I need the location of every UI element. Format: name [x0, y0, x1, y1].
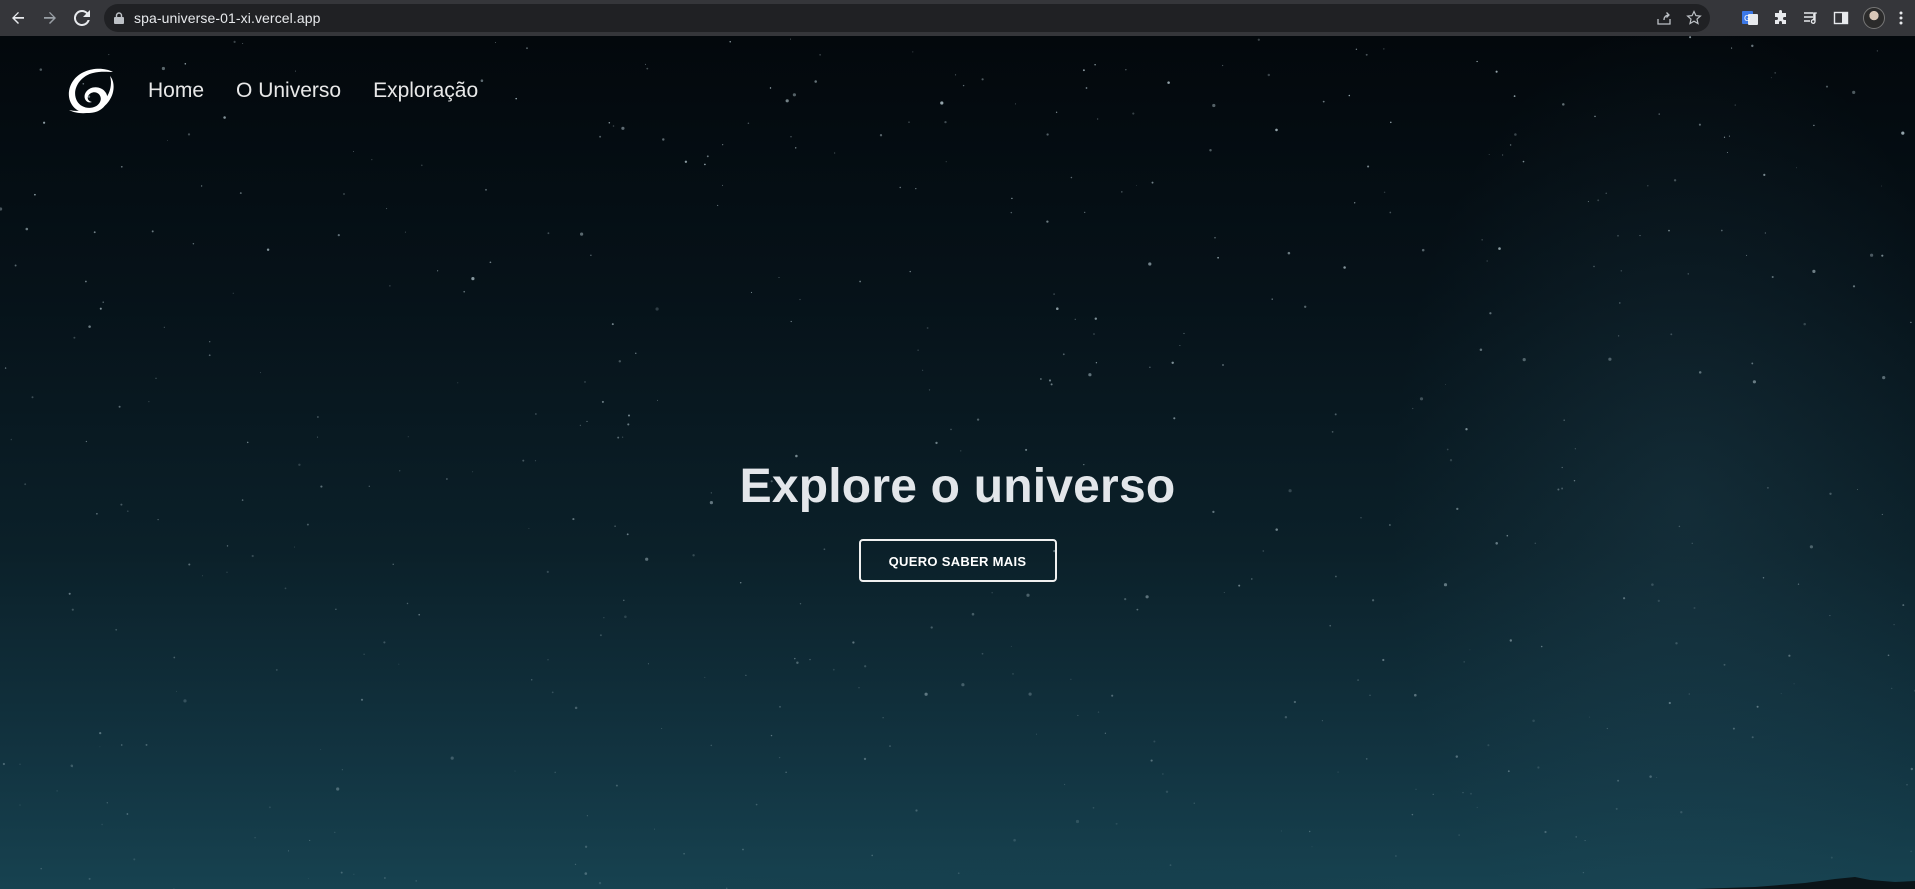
spiral-logo-icon[interactable] [66, 66, 116, 116]
bookmark-star-icon[interactable] [1686, 10, 1702, 26]
svg-text:G: G [1744, 14, 1750, 23]
extensions-puzzle-icon[interactable] [1773, 10, 1789, 26]
profile-avatar[interactable] [1863, 7, 1885, 29]
media-queue-icon[interactable] [1803, 10, 1819, 26]
translate-extension-icon[interactable]: G [1741, 9, 1759, 27]
address-bar[interactable]: spa-universe-01-xi.vercel.app [104, 4, 1710, 32]
horizon-silhouette [1695, 877, 1915, 889]
nav-link-exploracao[interactable]: Exploração [373, 79, 478, 103]
reload-icon[interactable] [66, 2, 98, 34]
nav-link-home[interactable]: Home [148, 79, 204, 103]
more-menu-icon[interactable] [1899, 10, 1903, 26]
learn-more-button[interactable]: QUERO SABER MAIS [858, 539, 1057, 582]
page-viewport: Home O Universo Exploração Explore o uni… [0, 36, 1915, 889]
back-icon[interactable] [2, 2, 34, 34]
hero-title: Explore o universo [739, 460, 1176, 513]
share-icon[interactable] [1656, 10, 1672, 26]
hero-section: Explore o universo QUERO SABER MAIS [0, 463, 1915, 582]
site-header: Home O Universo Exploração [66, 64, 478, 118]
forward-icon[interactable] [34, 2, 66, 34]
browser-toolbar: spa-universe-01-xi.vercel.app G [0, 0, 1915, 36]
lock-icon [114, 12, 124, 24]
url-text: spa-universe-01-xi.vercel.app [134, 10, 321, 26]
nav-link-universo[interactable]: O Universo [236, 79, 341, 103]
main-nav: Home O Universo Exploração [148, 79, 478, 103]
side-panel-icon[interactable] [1833, 10, 1849, 26]
